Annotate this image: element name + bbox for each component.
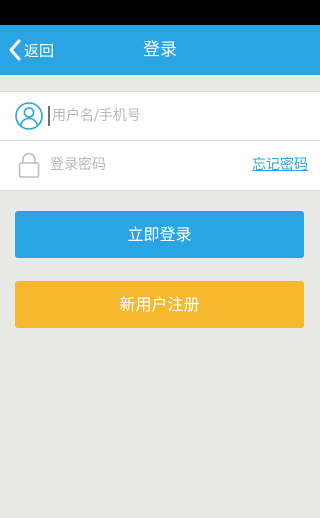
login-button[interactable]: 立即登录 xyxy=(15,211,304,258)
back-button[interactable]: 返回 xyxy=(8,25,54,75)
user-icon xyxy=(14,101,44,131)
nav-bar: 返回 登录 xyxy=(0,25,320,75)
lock-icon xyxy=(14,150,44,180)
username-row xyxy=(0,92,320,141)
back-label: 返回 xyxy=(24,41,55,60)
register-button[interactable]: 新用户注册 xyxy=(15,281,304,328)
login-form: 忘记密码 xyxy=(0,91,320,191)
status-bar xyxy=(0,0,320,25)
password-input[interactable] xyxy=(48,150,230,180)
forgot-password-link[interactable]: 忘记密码 xyxy=(252,141,308,190)
username-input[interactable] xyxy=(48,106,232,126)
password-row: 忘记密码 xyxy=(0,141,320,190)
chevron-left-icon xyxy=(8,39,22,61)
